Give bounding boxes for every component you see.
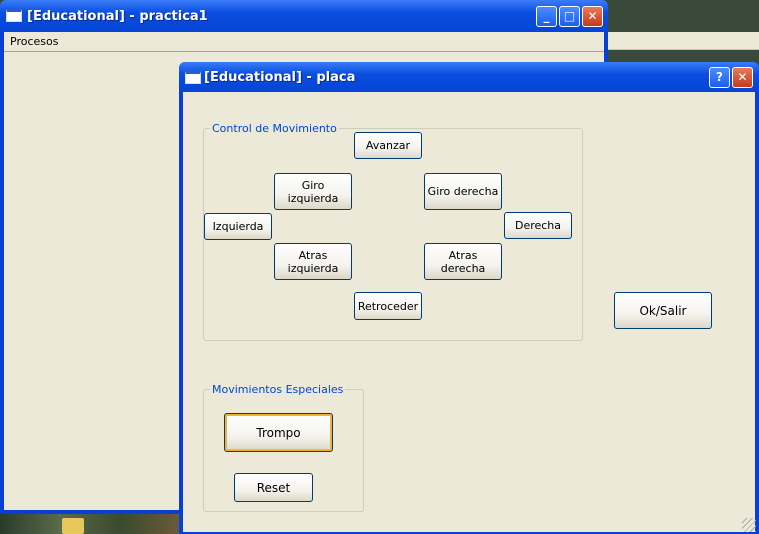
forward-button[interactable]: Avanzar xyxy=(354,132,422,159)
turn-right-button[interactable]: Giro derecha xyxy=(424,173,502,210)
left-button[interactable]: Izquierda xyxy=(204,213,272,240)
folder-icon[interactable] xyxy=(62,518,84,534)
maximize-button[interactable]: □ xyxy=(559,6,580,27)
background-window-strip xyxy=(608,32,759,50)
movement-control-label: Control de Movimiento xyxy=(210,122,339,135)
resize-grip-icon[interactable] xyxy=(742,518,756,532)
dialog-titlebar[interactable]: [Educational] - placa ? ✕ xyxy=(179,62,759,92)
back-left-button[interactable]: Atras izquierda xyxy=(274,243,352,280)
app-icon xyxy=(6,9,22,22)
dialog-title: [Educational] - placa xyxy=(204,70,356,85)
back-right-button[interactable]: Atras derecha xyxy=(424,243,502,280)
back-window-title: [Educational] - practica1 xyxy=(27,9,208,24)
menu-bar xyxy=(4,32,604,52)
spin-button[interactable]: Trompo xyxy=(224,413,333,452)
reset-button[interactable]: Reset xyxy=(234,473,313,502)
turn-left-button[interactable]: Giro izquierda xyxy=(274,173,352,210)
menu-procesos[interactable]: Procesos xyxy=(10,35,58,48)
right-button[interactable]: Derecha xyxy=(504,212,572,239)
back-window-titlebar[interactable]: [Educational] - practica1 _ □ ✕ xyxy=(0,0,608,32)
ok-exit-button[interactable]: Ok/Salir xyxy=(614,292,712,329)
close-button[interactable]: ✕ xyxy=(582,6,603,27)
backward-button[interactable]: Retroceder xyxy=(354,292,422,320)
special-movements-label: Movimientos Especiales xyxy=(210,383,346,396)
help-button[interactable]: ? xyxy=(709,67,730,88)
dialog-close-button[interactable]: ✕ xyxy=(732,67,753,88)
minimize-button[interactable]: _ xyxy=(536,6,557,27)
dialog-app-icon xyxy=(185,71,201,84)
